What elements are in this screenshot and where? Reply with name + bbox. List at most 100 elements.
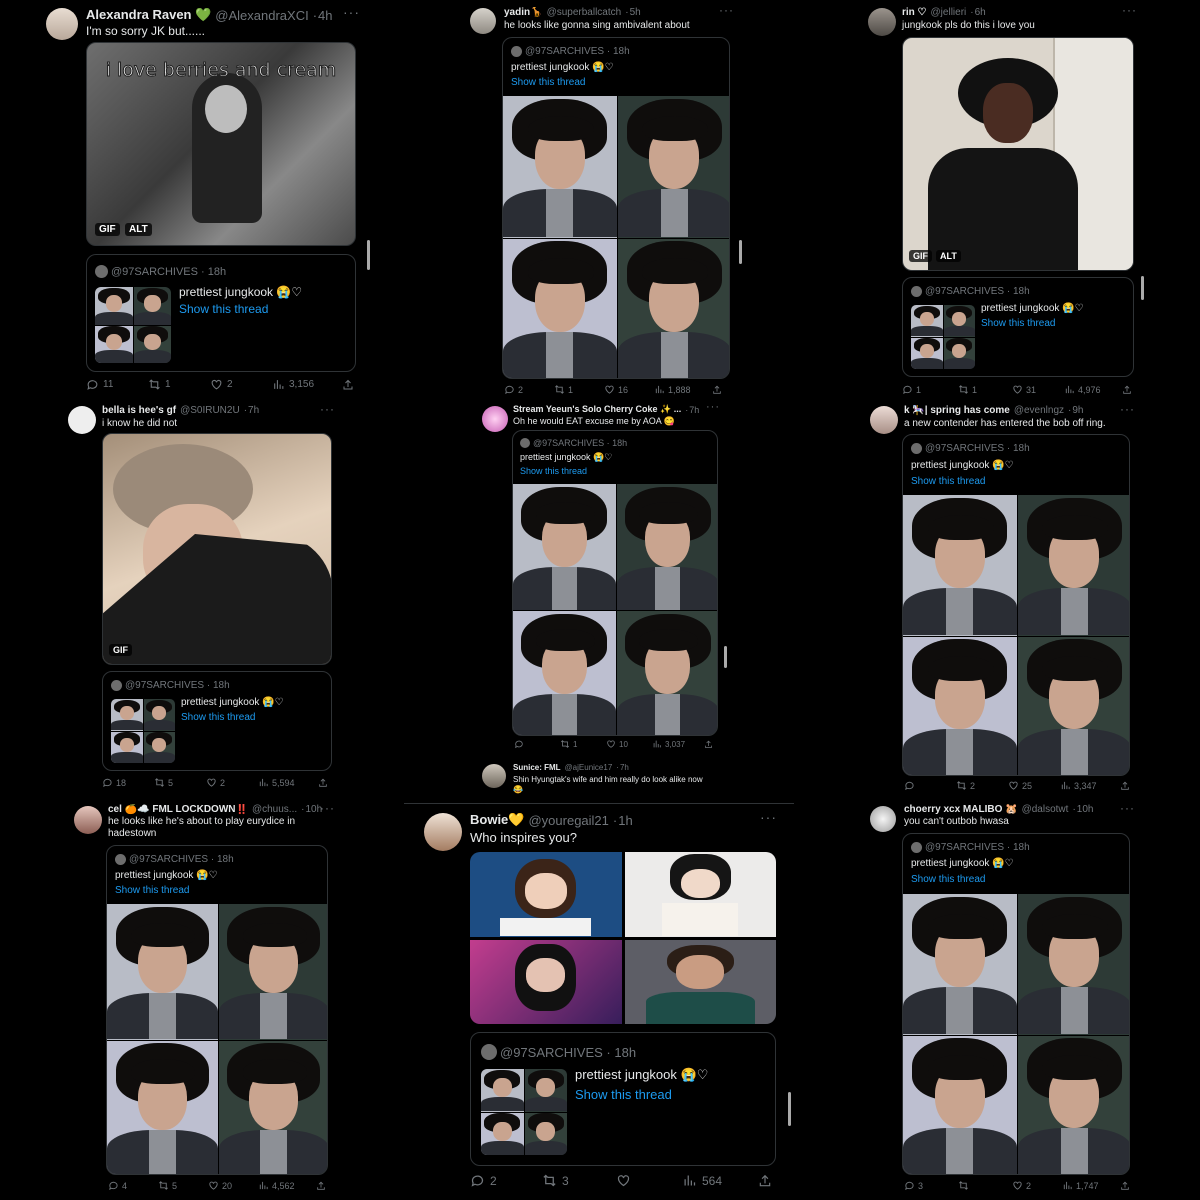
display-name[interactable]: Bowie💛 [470,812,524,828]
reply-button[interactable]: 2 [504,384,554,395]
show-thread-link[interactable]: Show this thread [520,466,587,476]
tweet[interactable]: choerry xcx MALIBO 🐹 @dalsotwt · 10h ···… [864,800,1144,1200]
timestamp[interactable]: 10h [1077,804,1094,815]
timestamp[interactable]: 7h [248,405,259,416]
handle[interactable]: @S0IRUN2U [180,405,240,416]
quote-photo-grid[interactable] [903,894,1129,1174]
tweet[interactable]: rin ♡ @jellieri · 6h ··· jungkook pls do… [862,0,1150,400]
retweet-button[interactable]: 5 [154,777,206,788]
photo[interactable] [624,939,776,1024]
reply-tweet[interactable]: Sunice: FML @ajEunice17 · 7h Shin Hyungt… [478,758,738,800]
handle[interactable]: @superballcatch [547,7,622,18]
share-icon[interactable] [318,778,328,788]
display-name[interactable]: yadin🦒 [504,7,543,18]
more-icon[interactable]: ··· [1120,801,1135,815]
reply-button[interactable] [904,780,956,791]
scrollbar[interactable] [788,1092,791,1126]
quote-tweet[interactable]: @97SARCHIVES · 18h prettiest jungkook 😭♡… [470,1032,776,1166]
avatar[interactable] [74,806,102,834]
more-icon[interactable]: ··· [1120,402,1135,416]
views-button[interactable]: 1,888 [654,384,712,395]
timestamp[interactable]: 1h [618,813,632,828]
like-button[interactable]: 16 [604,384,654,395]
more-icon[interactable]: ··· [706,401,720,413]
show-thread-link[interactable]: Show this thread [981,318,1056,329]
views-button[interactable]: 3,037 [652,739,704,749]
show-thread-link[interactable]: Show this thread [179,302,268,316]
timestamp[interactable]: 7h [689,405,699,415]
avatar[interactable] [68,406,96,434]
more-icon[interactable]: ··· [719,3,734,17]
reply-button[interactable]: 1 [902,384,958,395]
display-name[interactable]: Sunice: FML [513,763,561,772]
timestamp[interactable]: 5h [630,7,641,18]
handle[interactable]: @AlexandraXCI [215,8,308,23]
quote-tweet[interactable]: @97SARCHIVES · 18h prettiest jungkook 😭♡… [86,254,356,372]
share-icon[interactable] [1120,781,1130,791]
gif-media[interactable]: i love berries and cream GIF ALT [86,42,356,246]
more-icon[interactable]: ··· [320,801,335,815]
photo[interactable] [470,939,622,1024]
handle[interactable]: @chuus... [252,804,297,815]
avatar[interactable] [870,406,898,434]
alt-badge[interactable]: ALT [125,223,152,236]
share-icon[interactable] [758,1174,772,1188]
quote-tweet[interactable]: @97SARCHIVES · 18h prettiest jungkook 😭♡… [512,430,718,736]
avatar[interactable] [482,764,506,788]
tweet[interactable]: cel 🍊☁️ FML LOCKDOWN‼️ @chuus... · 10h ·… [68,800,348,1200]
like-button[interactable]: 2 [210,378,272,391]
quote-photo-grid[interactable] [513,484,717,735]
avatar[interactable] [46,8,78,40]
share-icon[interactable] [342,379,354,391]
share-icon[interactable] [712,385,722,395]
reply-button[interactable]: 3 [904,1180,958,1191]
tweet[interactable]: Alexandra Raven 💚 @AlexandraXCI · 4h ···… [40,0,370,400]
reply-button[interactable] [514,739,560,749]
timestamp[interactable]: 6h [975,7,986,18]
views-button[interactable]: 4,976 [1064,384,1122,395]
gif-media[interactable]: GIF ALT [902,37,1134,271]
display-name[interactable]: cel 🍊☁️ FML LOCKDOWN‼️ [108,804,248,815]
more-icon[interactable]: ··· [343,4,360,20]
show-thread-link[interactable]: Show this thread [911,874,986,885]
like-button[interactable]: 2 [206,777,258,788]
tweet[interactable]: k 🎠| spring has come @evenlngz · 9h ··· … [864,400,1144,800]
handle[interactable]: @jellieri [931,7,967,18]
scrollbar[interactable] [367,240,370,270]
views-button[interactable]: 4,562 [258,1180,316,1191]
share-icon[interactable] [1122,385,1132,395]
share-icon[interactable] [1120,1181,1130,1191]
like-button[interactable]: 10 [606,739,652,749]
views-button[interactable]: 3,347 [1060,780,1120,791]
tweet[interactable]: bella is hee's gf @S0IRUN2U · 7h ··· i k… [62,400,342,800]
show-thread-link[interactable]: Show this thread [115,885,190,896]
retweet-button[interactable]: 1 [148,378,210,391]
scrollbar[interactable] [1141,276,1144,300]
quote-tweet[interactable]: @97SARCHIVES · 18h prettiest jungkook 😭♡… [902,277,1134,377]
reply-button[interactable]: 4 [108,1180,158,1191]
scrollbar[interactable] [739,240,742,264]
views-button[interactable]: 564 [682,1173,758,1188]
gif-media[interactable]: GIF [102,433,332,665]
quote-tweet[interactable]: @97SARCHIVES · 18h prettiest jungkook 😭♡… [106,845,328,1175]
display-name[interactable]: rin ♡ [902,7,927,18]
show-thread-link[interactable]: Show this thread [511,77,586,88]
retweet-button[interactable]: 1 [958,384,1012,395]
share-icon[interactable] [316,1181,326,1191]
reply-button[interactable]: 18 [102,777,154,788]
show-thread-link[interactable]: Show this thread [911,476,986,487]
photo-grid[interactable] [470,852,776,1024]
photo[interactable] [470,852,622,937]
avatar[interactable] [470,8,496,34]
retweet-button[interactable] [958,1180,1012,1191]
photo[interactable] [624,852,776,937]
like-button[interactable]: 25 [1008,780,1060,791]
show-thread-link[interactable]: Show this thread [181,712,256,723]
avatar[interactable] [424,813,462,851]
timestamp[interactable]: 4h [318,8,332,23]
avatar[interactable] [482,406,508,432]
tweet[interactable]: Stream Yeeun's Solo Cherry Coke ✨ ... · … [476,400,736,755]
display-name[interactable]: Stream Yeeun's Solo Cherry Coke ✨ ... [513,404,681,415]
views-button[interactable]: 1,747 [1062,1180,1120,1191]
more-icon[interactable]: ··· [320,402,335,416]
